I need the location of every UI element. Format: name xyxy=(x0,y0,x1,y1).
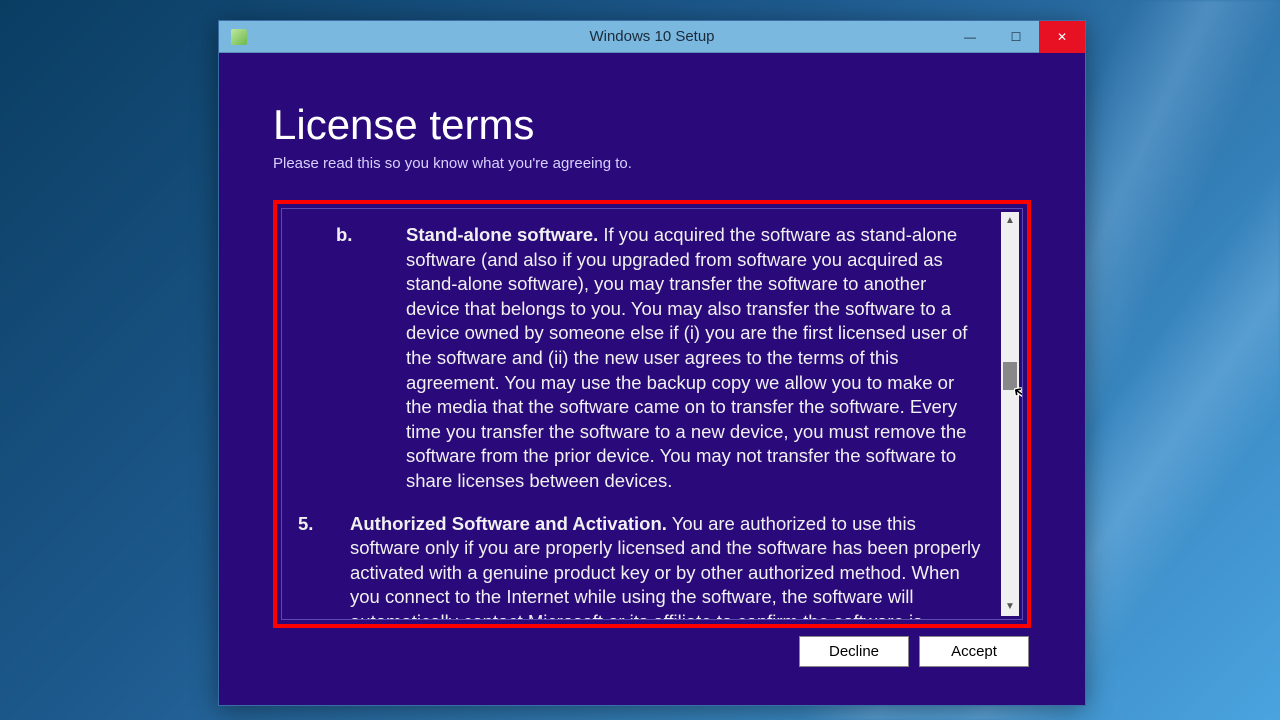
page-subtitle: Please read this so you know what you're… xyxy=(273,155,1031,172)
scroll-up-icon[interactable]: ▲ xyxy=(1001,212,1019,230)
accept-button[interactable]: Accept xyxy=(919,636,1029,667)
license-clause-b: b. Stand-alone software. If you acquired… xyxy=(292,223,1006,494)
clause-marker: 5. xyxy=(292,512,350,620)
page-title: License terms xyxy=(273,101,1031,149)
license-clause-5: 5. Authorized Software and Activation. Y… xyxy=(292,512,1006,620)
setup-window: Windows 10 Setup — ☐ ✕ License terms Ple… xyxy=(218,20,1086,706)
clause-body: If you acquired the software as stand-al… xyxy=(406,224,967,491)
titlebar[interactable]: Windows 10 Setup — ☐ ✕ xyxy=(219,21,1085,53)
license-highlight-frame: b. Stand-alone software. If you acquired… xyxy=(273,200,1031,628)
decline-button[interactable]: Decline xyxy=(799,636,909,667)
scroll-track[interactable] xyxy=(1001,230,1019,598)
scroll-down-icon[interactable]: ▼ xyxy=(1001,598,1019,616)
scrollbar[interactable]: ▲ ▼ xyxy=(1001,212,1019,616)
license-text-box[interactable]: b. Stand-alone software. If you acquired… xyxy=(281,208,1023,620)
window-title: Windows 10 Setup xyxy=(219,28,1085,45)
clause-heading: Stand-alone software. xyxy=(406,224,598,245)
scroll-thumb[interactable] xyxy=(1003,362,1017,390)
clause-heading: Authorized Software and Activation. xyxy=(350,513,667,534)
footer-buttons: Decline Accept xyxy=(273,636,1031,667)
content-area: License terms Please read this so you kn… xyxy=(219,53,1085,679)
clause-marker: b. xyxy=(292,223,406,494)
